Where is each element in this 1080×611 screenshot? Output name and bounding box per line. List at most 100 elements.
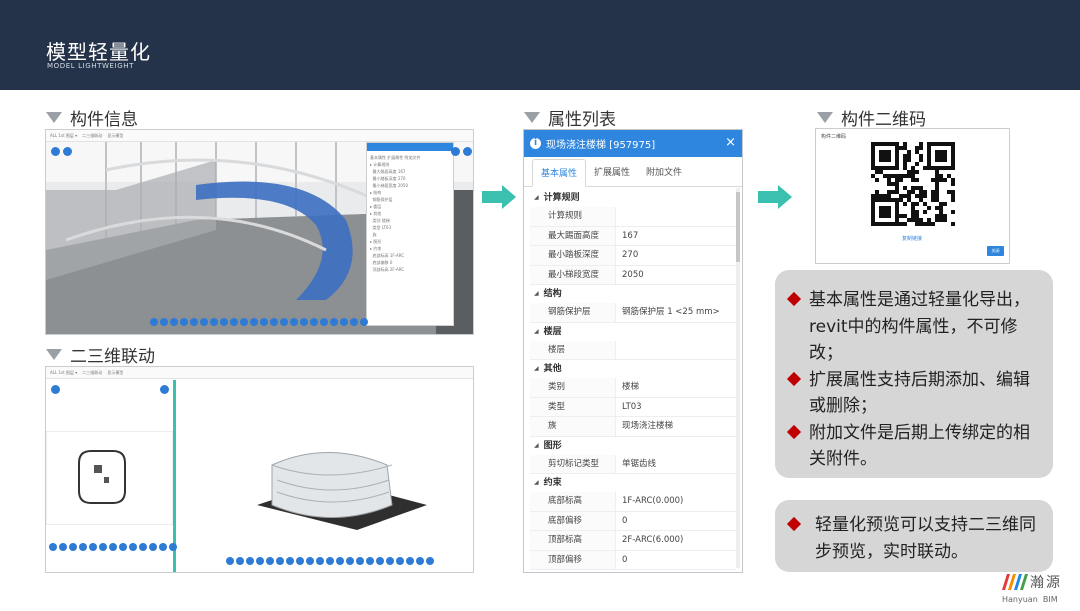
- close-qr-button[interactable]: 关闭: [987, 246, 1004, 256]
- property-value: 现场浇注楼梯: [622, 421, 674, 431]
- property-group-header[interactable]: 约束: [530, 474, 736, 492]
- property-key: 最小梯段宽度: [530, 265, 616, 284]
- property-group-header[interactable]: 图形: [530, 437, 736, 455]
- property-group-header[interactable]: 计算规则: [530, 189, 736, 207]
- property-key: 底部偏移: [530, 511, 616, 530]
- viewer-screenshot-linkage: ALL 1st 图层 ▾ 二三维联动 显示模型: [45, 366, 474, 573]
- property-key: 剪切标记类型: [530, 454, 616, 473]
- slide-header: 模型轻量化 MODEL LIGHTWEIGHT: [0, 0, 1080, 90]
- property-row: 底部标高 1F-ARC(0.000): [530, 492, 736, 512]
- property-key: 计算规则: [530, 207, 616, 226]
- property-key: 最大踢面高度: [530, 226, 616, 245]
- bottom-toolbar[interactable]: [150, 318, 368, 326]
- page-title: 模型轻量化: [46, 40, 151, 64]
- section-heading-qr-code: 构件二维码: [817, 105, 926, 130]
- property-value: [616, 341, 736, 360]
- plan-view-2d: [46, 431, 173, 525]
- mini-property-panel: 基本属性 扩展属性 附加文件 ▸ 计算规则 最大踢面高度 167 最小踏板深度 2…: [366, 142, 454, 326]
- logo-subtitle: Hanyuan BIM: [1002, 595, 1058, 604]
- section-title: 构件二维码: [841, 110, 926, 130]
- property-row: 最小梯段宽度 2050: [530, 265, 736, 285]
- property-value: 单锯齿线: [622, 458, 657, 469]
- triangle-down-icon: [46, 349, 62, 360]
- triangle-down-icon: [46, 112, 62, 123]
- property-row: 底部偏移 0: [530, 511, 736, 531]
- property-row: 类型 LT03: [530, 397, 736, 417]
- callout-main: 基本属性是通过轻量化导出，revit中的构件属性，不可修改； 扩展属性支持后期添…: [775, 270, 1053, 478]
- property-row: 类别 楼梯: [530, 378, 736, 398]
- property-value: 270: [622, 250, 639, 260]
- property-key: 族: [530, 417, 616, 436]
- property-key: 钢筋保护层: [530, 303, 616, 322]
- bottom-toolbar[interactable]: [226, 557, 434, 565]
- property-key: 最小踏板深度: [530, 246, 616, 265]
- property-key: 顶部偏移: [530, 550, 616, 569]
- property-key: 类别: [530, 378, 616, 397]
- property-value: 1F-ARC(0.000): [622, 496, 684, 506]
- property-key: 楼层: [530, 340, 616, 359]
- property-row: 钢筋保护层 钢筋保护层 1 <25 mm>: [530, 303, 736, 323]
- viewer-toolbar: ALL 1st 图层 ▾ 二三维联动 显示模型: [46, 130, 473, 142]
- callout-item: 轻量化预览可以支持二三维同步预览，实时联动。: [786, 512, 1039, 565]
- diamond-bullet-icon: [786, 424, 802, 439]
- info-icon: i: [530, 138, 541, 149]
- tool-button-icon[interactable]: [51, 385, 60, 394]
- property-key: 底部标高: [530, 492, 616, 511]
- logo-name: 瀚源: [1030, 575, 1062, 591]
- property-value: 167: [622, 230, 639, 241]
- triangle-down-icon: [817, 112, 833, 123]
- property-value: LT03: [622, 401, 642, 412]
- tool-button-icon[interactable]: [451, 147, 460, 156]
- qr-panel-caption: 构件二维码: [821, 134, 847, 140]
- tool-button-icon[interactable]: [51, 147, 60, 156]
- close-button[interactable]: ×: [725, 135, 736, 150]
- property-key: 类型: [530, 397, 616, 416]
- property-panel-header: i 现场浇注楼梯 [957975] ×: [524, 130, 742, 157]
- callout-item: 附加文件是后期上传绑定的相关附件。: [786, 420, 1039, 473]
- property-value: 钢筋保护层 1 <25 mm>: [622, 307, 720, 317]
- qr-code-panel: 构件二维码 复制链接 关闭: [815, 128, 1010, 264]
- property-row: 顶部标高 2F-ARC(6.000): [530, 531, 736, 551]
- viewer-screenshot-component-info: ALL 1st 图层 ▾ 二三维联动 显示模型 基本属性 扩展属性 附加文件 ▸ …: [45, 129, 474, 335]
- scrollbar[interactable]: [736, 188, 740, 568]
- tool-button-icon[interactable]: [463, 147, 472, 156]
- property-row: 顶部偏移 0: [530, 550, 736, 570]
- property-value: [616, 207, 736, 226]
- property-panel-title: 现场浇注楼梯 [957975]: [546, 140, 656, 151]
- property-rows: 计算规则计算规则最大踢面高度 167 最小踏板深度 270 最小梯段宽度 2050 结构钢筋…: [524, 187, 742, 570]
- property-tabs: 基本属性 扩展属性 附加文件: [524, 157, 742, 187]
- copy-link[interactable]: 复制链接: [902, 235, 922, 242]
- slide: 模型轻量化 MODEL LIGHTWEIGHT 构件信息 二三维联动 属性列表 …: [0, 0, 1080, 611]
- property-row: 楼层: [530, 340, 736, 360]
- diamond-bullet-icon: [786, 371, 802, 386]
- property-row: 计算规则: [530, 207, 736, 227]
- diamond-bullet-icon: [786, 291, 802, 307]
- property-row: 最大踢面高度 167: [530, 226, 736, 246]
- triangle-down-icon: [524, 112, 540, 123]
- property-value: 0: [622, 515, 628, 526]
- section-heading-component-info: 构件信息: [46, 105, 138, 130]
- tab-attachments[interactable]: 附加文件: [638, 165, 690, 186]
- hanyuan-logo-icon: [1002, 574, 1028, 590]
- callout-second: 轻量化预览可以支持二三维同步预览，实时联动。: [775, 500, 1053, 572]
- property-value: 0: [622, 554, 628, 565]
- page-subtitle: MODEL LIGHTWEIGHT: [47, 62, 134, 70]
- property-group-header[interactable]: 其他: [530, 360, 736, 378]
- diamond-bullet-icon: [786, 516, 802, 532]
- section-title: 构件信息: [70, 110, 138, 130]
- property-value: 2050: [622, 269, 644, 280]
- property-group-header[interactable]: 结构: [530, 285, 736, 303]
- property-group-header[interactable]: 楼层: [530, 323, 736, 341]
- plan-toolbar[interactable]: [49, 543, 177, 551]
- property-value: 2F-ARC(6.000): [622, 535, 684, 545]
- tool-button-icon[interactable]: [63, 147, 72, 156]
- company-logo: 瀚源 Hanyuan BIM: [1000, 572, 1076, 608]
- model-view-3d: [177, 380, 473, 572]
- qr-code-image: [871, 142, 955, 226]
- tab-extended[interactable]: 扩展属性: [586, 165, 638, 186]
- property-row: 剪切标记类型 单锯齿线: [530, 454, 736, 474]
- tab-basic[interactable]: 基本属性: [532, 159, 587, 187]
- callout-item: 基本属性是通过轻量化导出，revit中的构件属性，不可修改；: [786, 287, 1039, 367]
- property-panel: i 现场浇注楼梯 [957975] × 基本属性扩展属性附加文件 计算规则计算规…: [523, 129, 743, 573]
- tool-button-icon[interactable]: [160, 385, 169, 394]
